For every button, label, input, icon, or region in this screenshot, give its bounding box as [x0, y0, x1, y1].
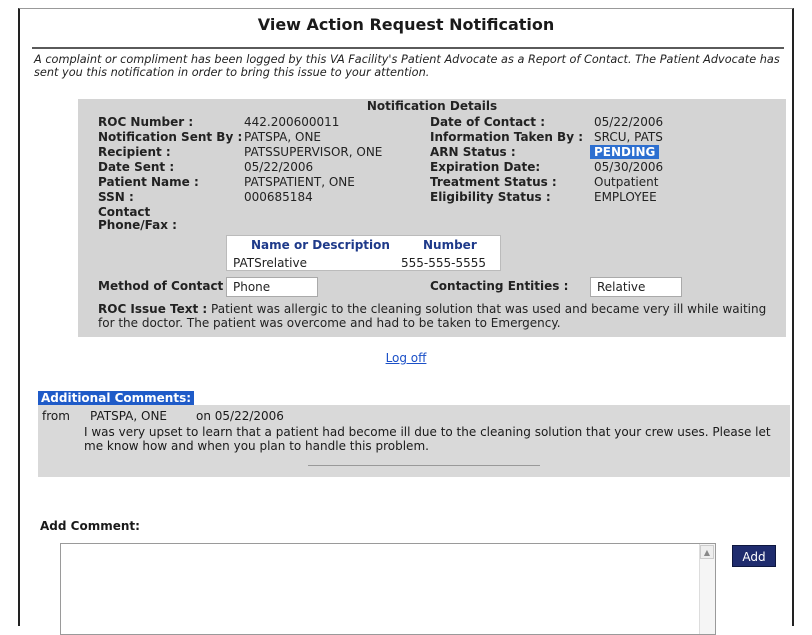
contact-name-cell: PATSrelative [233, 256, 307, 270]
date-of-contact-label: Date of Contact : [430, 115, 546, 129]
logoff-row: Log off [20, 351, 792, 365]
recipient-label: Recipient : [98, 145, 171, 159]
patient-name-label: Patient Name : [98, 175, 199, 189]
details-heading: Notification Details [366, 99, 498, 113]
notification-details-panel: Notification Details ROC Number : 442.20… [78, 99, 786, 337]
expiration-label: Expiration Date: [430, 160, 541, 174]
info-taken-by-label: Information Taken By : [430, 130, 584, 144]
date-of-contact-value: 05/22/2006 [594, 115, 664, 129]
eligibility-label: Eligibility Status : [430, 190, 551, 204]
logoff-link[interactable]: Log off [386, 351, 427, 365]
comment-from-label: from [42, 409, 70, 423]
add-comment-label: Add Comment: [40, 519, 140, 533]
method-field: Phone [226, 277, 318, 297]
ssn-label: SSN : [98, 190, 134, 204]
additional-comments-label: Additional Comments: [38, 391, 195, 405]
arn-status-badge: PENDING [590, 145, 660, 159]
comment-date: on 05/22/2006 [196, 409, 284, 423]
eligibility-value: EMPLOYEE [594, 190, 657, 204]
arn-status-label: ARN Status : [430, 145, 516, 159]
contact-label-line2: Phone/Fax : [98, 218, 177, 232]
entities-label: Contacting Entities : [430, 279, 569, 293]
issue-label: ROC Issue Text : [98, 302, 208, 316]
method-label: Method of Contact : [98, 279, 233, 293]
treatment-value: Outpatient [594, 175, 659, 189]
sent-by-label: Notification Sent By : [98, 130, 243, 144]
additional-comments-panel: from PATSPA, ONE on 05/22/2006 I was ver… [38, 405, 790, 477]
roc-number-label: ROC Number : [98, 115, 194, 129]
comment-divider [308, 465, 540, 466]
add-comment-button[interactable]: Add [732, 545, 776, 567]
entities-field: Relative [590, 277, 682, 297]
info-taken-by-value: SRCU, PATS [594, 130, 663, 144]
sent-by-value: PATSPA, ONE [244, 130, 322, 144]
intro-text: A complaint or compliment has been logge… [34, 53, 780, 79]
textarea-scrollbar[interactable]: ▲ [699, 544, 715, 634]
title-divider [32, 47, 784, 49]
recipient-value: PATSSUPERVISOR, ONE [244, 145, 383, 159]
scroll-up-arrow-icon[interactable]: ▲ [700, 545, 714, 559]
contact-col-name: Name or Description [251, 238, 390, 252]
issue-text-block: ROC Issue Text : Patient was allergic to… [98, 302, 782, 330]
contact-col-number: Number [423, 238, 477, 252]
contact-phone-table: Name or Description Number PATSrelative … [226, 235, 501, 271]
date-sent-label: Date Sent : [98, 160, 175, 174]
contact-label-line1: Contact [98, 205, 151, 219]
add-comment-textarea[interactable]: ▲ [60, 543, 716, 635]
patient-name-value: PATSPATIENT, ONE [244, 175, 355, 189]
page-title: View Action Request Notification [257, 15, 555, 34]
date-sent-value: 05/22/2006 [244, 160, 314, 174]
treatment-label: Treatment Status : [430, 175, 557, 189]
ssn-value: 000685184 [244, 190, 313, 204]
page-frame: View Action Request Notification A compl… [18, 8, 794, 635]
contact-number-cell: 555-555-5555 [401, 256, 487, 270]
comment-author: PATSPA, ONE [90, 409, 168, 423]
comment-text: I was very upset to learn that a patient… [84, 425, 771, 453]
roc-number-value: 442.200600011 [244, 115, 340, 129]
expiration-value: 05/30/2006 [594, 160, 664, 174]
